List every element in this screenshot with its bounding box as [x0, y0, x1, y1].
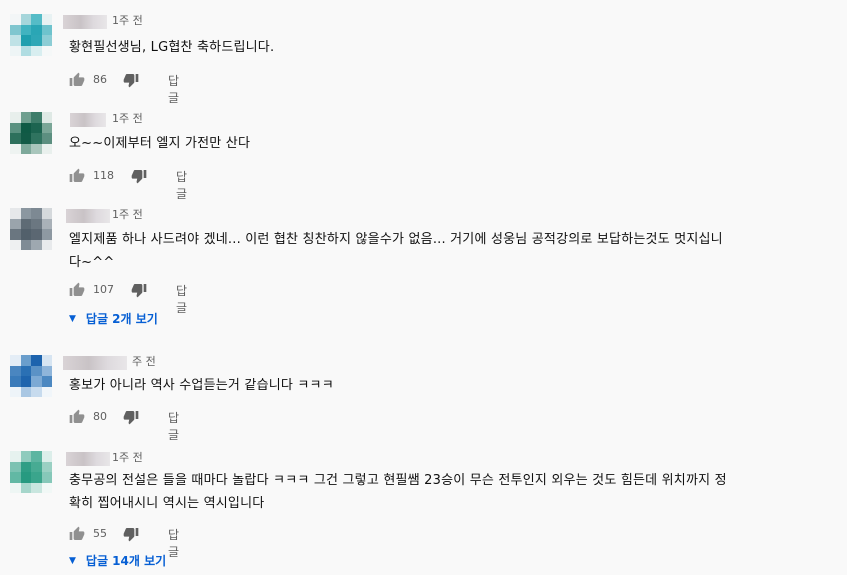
avatar[interactable] [10, 14, 52, 56]
thumbs-down-icon[interactable] [123, 72, 139, 88]
author-name-redacted[interactable] [63, 15, 107, 29]
comment-time[interactable]: 1주 전 [112, 206, 143, 222]
comment-text: 오~~이제부터 엘지 가전만 산다 [69, 136, 251, 151]
thumbs-up-icon[interactable] [69, 526, 85, 542]
thumbs-down-icon[interactable] [123, 409, 139, 425]
avatar[interactable] [10, 208, 52, 250]
like-count: 107 [93, 283, 114, 296]
like-count: 80 [93, 410, 107, 423]
thumbs-up-icon[interactable] [69, 282, 85, 298]
reply-button[interactable]: 답글 [176, 168, 187, 202]
comment-text: 홍보가 아니라 역사 수업듣는거 같습니다 ㅋㅋㅋ [69, 378, 334, 393]
avatar[interactable] [10, 451, 52, 493]
author-name-redacted[interactable] [66, 209, 110, 223]
thumbs-up-icon[interactable] [69, 72, 85, 88]
view-replies-label: 답글 14개 보기 [85, 554, 167, 568]
comment-time[interactable]: 1주 전 [112, 110, 143, 126]
thumbs-down-icon[interactable] [131, 282, 147, 298]
avatar[interactable] [10, 355, 52, 397]
author-name-redacted[interactable] [63, 356, 127, 370]
like-count: 118 [93, 169, 114, 182]
reply-button[interactable]: 답글 [176, 282, 187, 316]
comment-time[interactable]: 1주 전 [112, 12, 143, 28]
author-name-redacted[interactable] [70, 113, 106, 127]
comment-time[interactable]: 1주 전 [112, 449, 143, 465]
like-count: 86 [93, 73, 107, 86]
comment-text: 충무공의 전설은 들을 때마다 놀랍다 ㅋㅋㅋ 그건 그렇고 현필쌤 23승이 … [69, 473, 727, 511]
thumbs-down-icon[interactable] [123, 526, 139, 542]
avatar[interactable] [10, 112, 52, 154]
caret-down-icon: ▼ [69, 555, 76, 566]
view-replies-button[interactable]: ▼ 답글 14개 보기 [69, 552, 166, 569]
thumbs-down-icon[interactable] [131, 168, 147, 184]
thumbs-up-icon[interactable] [69, 168, 85, 184]
reply-button[interactable]: 답글 [168, 526, 179, 560]
view-replies-button[interactable]: ▼ 답글 2개 보기 [69, 310, 158, 327]
thumbs-up-icon[interactable] [69, 409, 85, 425]
view-replies-label: 답글 2개 보기 [85, 312, 158, 326]
reply-button[interactable]: 답글 [168, 409, 179, 443]
caret-down-icon: ▼ [69, 313, 76, 324]
comment-time[interactable]: 주 전 [132, 353, 156, 369]
comment-text: 엘지제품 하나 사드려야 겠네... 이런 협찬 칭찬하지 않을수가 없음...… [69, 232, 723, 270]
comment-text: 황현필선생님, LG협찬 축하드립니다. [69, 40, 275, 55]
like-count: 55 [93, 527, 107, 540]
reply-button[interactable]: 답글 [168, 72, 179, 106]
author-name-redacted[interactable] [66, 452, 110, 466]
